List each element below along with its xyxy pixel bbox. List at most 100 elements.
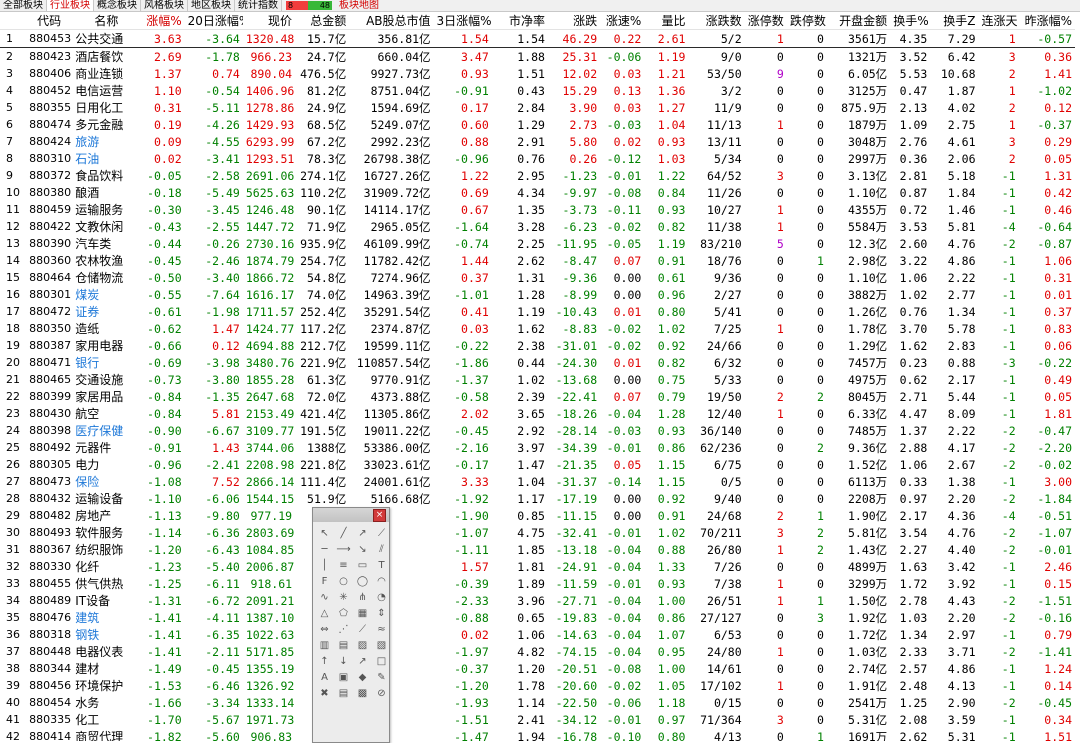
column-header-10[interactable]: 涨跌	[547, 12, 601, 30]
cell-名称[interactable]: 电力	[72, 456, 140, 473]
cell-名称[interactable]: 食品饮料	[72, 167, 140, 184]
tab-3[interactable]: 风格板块	[141, 0, 188, 11]
table-row[interactable]: 21 880465 交通设施 -0.73 -3.80 1855.28 61.3亿 9770.9…	[0, 371, 1075, 388]
table-row[interactable]: 41 880335 化工 -1.70 -5.67 1971.73 -1.51 2.41 -34.…	[0, 711, 1075, 728]
column-header-1[interactable]: 代码	[26, 12, 73, 30]
cell-名称[interactable]: 汽车类	[72, 235, 140, 252]
arc-icon[interactable]: ◠	[373, 574, 390, 588]
rect-icon[interactable]: ▭	[354, 558, 371, 572]
cell-名称[interactable]: 环境保护	[72, 677, 140, 694]
column-header-6[interactable]: 总金额	[295, 12, 350, 30]
column-header-17[interactable]: 换手%	[890, 12, 931, 30]
cell-名称[interactable]: 纺织服饰	[72, 541, 140, 558]
column-header-16[interactable]: 开盘金额	[826, 12, 891, 30]
cell-名称[interactable]: 酒店餐饮	[72, 48, 140, 66]
cell-名称[interactable]: 元器件	[72, 439, 140, 456]
channel-icon[interactable]: ≡	[335, 558, 352, 572]
down-arrow-icon[interactable]: ↓	[335, 654, 352, 668]
table-row[interactable]: 42 880414 商贸代理 -1.82 -5.60 906.83 -1.47 1.94 -16…	[0, 728, 1075, 742]
column-header-20[interactable]: 昨涨幅%	[1018, 12, 1075, 30]
gann-icon[interactable]: ✳	[335, 590, 352, 604]
ellipse-icon[interactable]: ◯	[354, 574, 371, 588]
table-row[interactable]: 34 880489 IT设备 -1.31 -6.72 2091.21 -2.33 3.96 -2…	[0, 592, 1075, 609]
cell-名称[interactable]: 电器仪表	[72, 643, 140, 660]
drawing-toolbox[interactable]: × ↖ ╱ ↗ ⟋ ─ ⟶ ↘ ⫽ │ ≡ ▭ T F ○ ◯ ◠ ∿ ✳ ⋔ ◔ △ ⬠ ▦ ⇕ ⇔ ⋰ ⟋ ≈ ▥ ▤ ▨ ▧ ↑ ↓ ↗ □ A ▣…	[312, 507, 390, 743]
table-row[interactable]: 32 880330 化纤 -1.23 -5.40 2006.87 1.57 1.81 -24.9…	[0, 558, 1075, 575]
table-row[interactable]: 4 880452 电信运营 1.10 -0.54 1406.96 81.2亿 8751.04亿…	[0, 82, 1075, 99]
polygon-icon[interactable]: ⬠	[335, 606, 352, 620]
label-icon[interactable]: A	[316, 670, 333, 684]
table-row[interactable]: 2 880423 酒店餐饮 2.69 -1.78 966.23 24.7亿 660.04亿 3.…	[0, 48, 1075, 66]
cell-名称[interactable]: 造纸	[72, 320, 140, 337]
segment-icon[interactable]: ⟋	[373, 526, 390, 540]
period-icon[interactable]: ⇔	[316, 622, 333, 636]
table-row[interactable]: 18 880350 造纸 -0.62 1.47 1424.77 117.2亿 2374.87亿…	[0, 320, 1075, 337]
circle-icon[interactable]: ○	[335, 574, 352, 588]
cell-名称[interactable]: 多元金融	[72, 116, 140, 133]
marker-icon[interactable]: ◆	[354, 670, 371, 684]
table-row[interactable]: 33 880455 供气供热 -1.25 -6.11 918.61 -0.39 1.89 -11…	[0, 575, 1075, 592]
cell-名称[interactable]: 建材	[72, 660, 140, 677]
speed-line-icon[interactable]: ⟋	[354, 622, 371, 636]
cell-名称[interactable]: 建筑	[72, 609, 140, 626]
regression-icon[interactable]: ≈	[373, 622, 390, 636]
tab-1[interactable]: 行业板块	[47, 0, 94, 11]
cell-名称[interactable]: 文教休闲	[72, 218, 140, 235]
trend-icon[interactable]: ↗	[354, 654, 371, 668]
close-icon[interactable]: ×	[373, 509, 386, 522]
table-row[interactable]: 17 880472 证券 -0.61 -1.98 1711.57 252.4亿 35291.5…	[0, 303, 1075, 320]
cell-名称[interactable]: 交通设施	[72, 371, 140, 388]
grid-icon[interactable]: ▦	[354, 606, 371, 620]
column-header-3[interactable]: 涨幅%	[140, 12, 185, 30]
parallel-line-icon[interactable]: ⫽	[373, 542, 390, 556]
column-header-18[interactable]: 换手Z	[930, 12, 979, 30]
column-header-0[interactable]	[0, 12, 27, 30]
horizontal-line-icon[interactable]: ─	[316, 542, 333, 556]
table-row[interactable]: 14 880360 农林牧渔 -0.45 -2.46 1874.79 254.7亿 11782…	[0, 252, 1075, 269]
cell-名称[interactable]: 仓储物流	[72, 269, 140, 286]
column-header-15[interactable]: 跌停数	[786, 12, 827, 30]
select-arrow-icon[interactable]: ↖	[316, 526, 333, 540]
text-icon[interactable]: T	[373, 558, 390, 572]
table-row[interactable]: 15 880464 仓储物流 -0.50 -3.40 1866.72 54.8亿 7274.9…	[0, 269, 1075, 286]
cell-名称[interactable]: 运输设备	[72, 490, 140, 507]
tab-2[interactable]: 概念板块	[94, 0, 141, 11]
table-row[interactable]: 27 880473 保险 -1.08 7.52 2866.14 111.4亿 24001.61…	[0, 473, 1075, 490]
cell-名称[interactable]: 供气供热	[72, 575, 140, 592]
column-header-9[interactable]: 市净率	[491, 12, 548, 30]
sector-map-tab[interactable]: 板块地图	[336, 0, 382, 11]
arrow-line-icon[interactable]: ↘	[354, 542, 371, 556]
cell-名称[interactable]: 钢铁	[72, 626, 140, 643]
table-row[interactable]: 3 880406 商业连锁 1.37 0.74 890.04 476.5亿 9927.73亿 0…	[0, 65, 1075, 82]
table-row[interactable]: 8 880310 石油 0.02 -3.41 1293.51 78.3亿 26798.38亿 -…	[0, 150, 1075, 167]
cell-名称[interactable]: 化工	[72, 711, 140, 728]
column-header-7[interactable]: AB股总市值	[349, 12, 434, 30]
table-row[interactable]: 37 880448 电器仪表 -1.41 -2.11 5171.85 -1.97 4.82 -7…	[0, 643, 1075, 660]
column-header-13[interactable]: 涨跌数	[688, 12, 745, 30]
table-row[interactable]: 26 880305 电力 -0.96 -2.41 2208.98 221.8亿 33023.6…	[0, 456, 1075, 473]
cell-名称[interactable]: 商业连锁	[72, 65, 140, 82]
pitchfork-icon[interactable]: ⋔	[354, 590, 371, 604]
cell-名称[interactable]: 家居用品	[72, 388, 140, 405]
volume-bars-icon[interactable]: ▤	[335, 638, 352, 652]
column-header-5[interactable]: 现价	[242, 12, 296, 30]
cell-名称[interactable]: 电信运营	[72, 82, 140, 99]
cell-名称[interactable]: 房地产	[72, 507, 140, 524]
cell-名称[interactable]: 煤炭	[72, 286, 140, 303]
table-row[interactable]: 7 880424 旅游 0.09 -4.55 6293.99 67.2亿 2992.23亿 0.…	[0, 133, 1075, 150]
column-header-14[interactable]: 涨停数	[744, 12, 787, 30]
table-row[interactable]: 36 880318 钢铁 -1.41 -6.35 1022.63 0.02 1.06 -14.6…	[0, 626, 1075, 643]
cell-名称[interactable]: 家用电器	[72, 337, 140, 354]
line-icon[interactable]: ╱	[335, 526, 352, 540]
tab-4[interactable]: 地区板块	[188, 0, 235, 11]
wave-icon[interactable]: ∿	[316, 590, 333, 604]
column-header-11[interactable]: 涨速%	[600, 12, 645, 30]
table-row[interactable]: 11 880459 运输服务 -0.30 -3.45 1246.48 90.1亿 14114.…	[0, 201, 1075, 218]
bars-icon[interactable]: ▥	[316, 638, 333, 652]
cell-名称[interactable]: 航空	[72, 405, 140, 422]
cell-名称[interactable]: 保险	[72, 473, 140, 490]
table-row[interactable]: 30 880493 软件服务 -1.14 -6.36 2803.69 -1.07 4.75 -3…	[0, 524, 1075, 541]
cell-名称[interactable]: 医疗保健	[72, 422, 140, 439]
table-row[interactable]: 39 880456 环境保护 -1.53 -6.46 1326.92 -1.20 1.78 -2…	[0, 677, 1075, 694]
histogram-icon[interactable]: ▨	[354, 638, 371, 652]
